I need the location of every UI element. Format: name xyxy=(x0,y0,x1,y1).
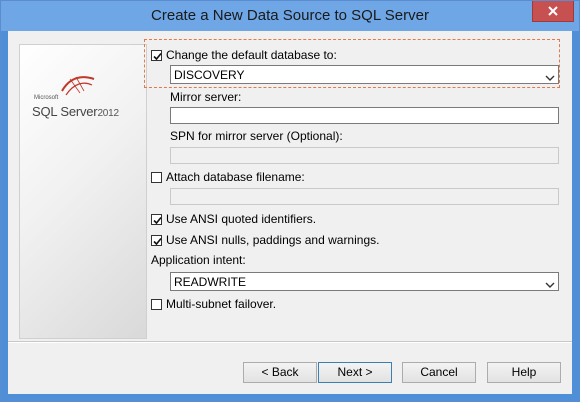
checkmark-icon xyxy=(153,237,162,246)
next-button[interactable]: Next > xyxy=(318,362,392,383)
spn-mirror-input[interactable] xyxy=(170,147,559,164)
spn-mirror-label: SPN for mirror server (Optional): xyxy=(170,129,343,143)
mirror-server-label: Mirror server: xyxy=(170,90,242,104)
chevron-down-icon xyxy=(545,71,555,85)
ansi-nulls-checkbox[interactable] xyxy=(151,235,162,246)
logo-microsoft-text: Microsoft xyxy=(34,95,59,101)
database-dropdown[interactable]: DISCOVERY xyxy=(170,65,559,84)
checkmark-icon xyxy=(153,52,162,61)
mirror-server-input[interactable] xyxy=(170,107,559,124)
application-intent-value: READWRITE xyxy=(174,275,246,289)
attach-db-filename-label: Attach database filename: xyxy=(166,170,305,184)
sql-server-logo-icon xyxy=(60,71,96,104)
close-button[interactable] xyxy=(532,1,574,22)
back-button[interactable]: < Back xyxy=(243,362,317,383)
close-icon xyxy=(547,5,559,17)
logo-product-name: SQL Server xyxy=(32,104,98,119)
footer-divider xyxy=(8,341,572,343)
window-title: Create a New Data Source to SQL Server xyxy=(151,7,429,24)
cancel-button[interactable]: Cancel xyxy=(402,362,476,383)
multi-subnet-label: Multi-subnet failover. xyxy=(166,297,277,311)
application-intent-label: Application intent: xyxy=(151,253,246,267)
ansi-quoted-label: Use ANSI quoted identifiers. xyxy=(166,212,317,226)
chevron-down-icon xyxy=(545,278,555,292)
title-bar[interactable]: Create a New Data Source to SQL Server xyxy=(1,1,579,31)
attach-db-filename-input[interactable] xyxy=(170,188,559,205)
dialog-body: Microsoft SQL Server2012 Change the defa… xyxy=(8,31,572,394)
logo-version: 2012 xyxy=(97,108,119,119)
multi-subnet-checkbox[interactable] xyxy=(151,299,162,310)
dialog-window: Create a New Data Source to SQL Server M… xyxy=(0,0,580,402)
ansi-nulls-label: Use ANSI nulls, paddings and warnings. xyxy=(166,233,380,247)
ansi-quoted-checkbox[interactable] xyxy=(151,214,162,225)
application-intent-dropdown[interactable]: READWRITE xyxy=(170,272,559,291)
change-default-db-checkbox[interactable] xyxy=(151,50,162,61)
attach-db-filename-checkbox[interactable] xyxy=(151,172,162,183)
help-button[interactable]: Help xyxy=(487,362,561,383)
checkmark-icon xyxy=(153,216,162,225)
sql-server-logo-panel: Microsoft SQL Server2012 xyxy=(19,44,147,339)
database-dropdown-value: DISCOVERY xyxy=(174,68,245,82)
change-default-db-label: Change the default database to: xyxy=(166,48,337,62)
logo-product-text: SQL Server2012 xyxy=(32,104,119,119)
